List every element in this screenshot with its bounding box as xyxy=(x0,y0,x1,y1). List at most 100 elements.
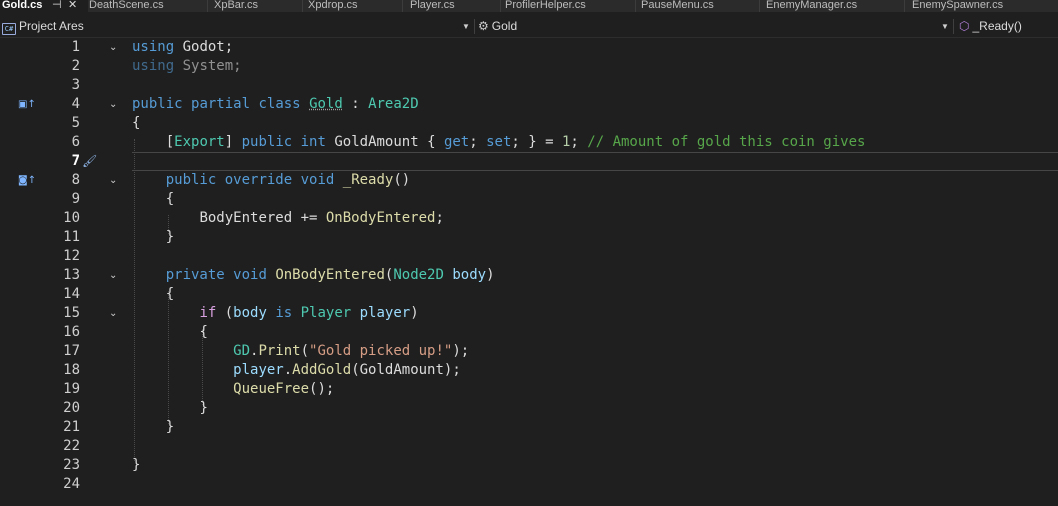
screwdriver-brush-icon[interactable]: 🖌 xyxy=(82,152,97,171)
code-text: if (body is Player player) xyxy=(199,305,419,321)
tab-label: Gold.cs xyxy=(2,0,43,11)
line-number: 16 xyxy=(63,324,80,340)
type-dropdown[interactable]: ⚙ Gold xyxy=(478,16,948,37)
code-text: { xyxy=(199,324,208,340)
line-number: 6 xyxy=(71,134,80,150)
tab-separator xyxy=(904,0,905,12)
code-line: ▣↑ 4 ⌄ public partial class Gold : Area2… xyxy=(0,95,1058,114)
chevron-down-icon[interactable]: ▼ xyxy=(462,16,470,37)
code-text: } xyxy=(165,419,175,435)
project-dropdown[interactable]: C# Project Ares xyxy=(2,16,470,37)
class-inheritance-icon[interactable]: ▣↑ xyxy=(18,95,36,114)
code-text: using Godot; xyxy=(132,39,234,55)
project-name: Project Ares xyxy=(19,19,84,33)
tab-xpdrop-cs[interactable]: Xpdrop.cs xyxy=(308,0,402,12)
code-text: public override void _Ready() xyxy=(165,172,411,188)
code-text: QueueFree(); xyxy=(233,381,335,397)
tab-player-cs[interactable]: Player.cs xyxy=(410,0,500,12)
nav-divider xyxy=(474,19,475,34)
code-line: 2 using System; xyxy=(0,57,1058,76)
fold-chevron-icon[interactable]: ⌄ xyxy=(109,171,123,190)
code-line: 11 } xyxy=(0,228,1058,247)
tab-enemyspawner-cs[interactable]: EnemySpawner.cs xyxy=(912,0,1058,12)
tab-pausemenu-cs[interactable]: PauseMenu.cs xyxy=(641,0,759,12)
code-text: BodyEntered += OnBodyEntered; xyxy=(199,210,444,226)
tab-separator xyxy=(302,0,303,12)
line-number: 4 xyxy=(71,96,80,112)
code-line: 12 xyxy=(0,247,1058,266)
fold-chevron-icon[interactable]: ⌄ xyxy=(109,95,123,114)
tab-separator xyxy=(635,0,636,12)
tab-separator xyxy=(402,0,403,12)
nav-divider xyxy=(953,19,954,34)
csharp-project-icon: C# xyxy=(2,23,16,35)
tab-label: EnemyManager.cs xyxy=(766,0,858,11)
code-line: 19 QueueFree(); xyxy=(0,380,1058,399)
line-number: 5 xyxy=(71,115,80,131)
code-line: ◙↑ 8 ⌄ public override void _Ready() xyxy=(0,171,1058,190)
fold-chevron-icon[interactable]: ⌄ xyxy=(109,38,123,57)
line-number: 24 xyxy=(63,476,80,492)
tab-separator xyxy=(759,0,760,12)
code-line: 1 ⌄ using Godot; xyxy=(0,38,1058,57)
line-number: 12 xyxy=(63,248,80,264)
close-tab-icon[interactable]: ✕ xyxy=(68,0,77,11)
current-line-highlight xyxy=(132,152,1058,171)
line-number: 2 xyxy=(71,58,80,74)
code-text: GD.Print("Gold picked up!"); xyxy=(233,343,470,359)
line-number: 13 xyxy=(63,267,80,283)
code-text: } xyxy=(132,457,141,473)
code-text: player.AddGold(GoldAmount); xyxy=(233,362,461,378)
code-line: 16 { xyxy=(0,323,1058,342)
line-number: 18 xyxy=(63,362,80,378)
line-number: 14 xyxy=(63,286,80,302)
override-method-icon[interactable]: ◙↑ xyxy=(18,171,36,190)
tab-separator xyxy=(207,0,208,12)
code-line: 22 xyxy=(0,437,1058,456)
tab-deathscene-cs[interactable]: DeathScene.cs xyxy=(89,0,207,12)
tab-label: XpBar.cs xyxy=(214,0,259,11)
code-line: 17 GD.Print("Gold picked up!"); xyxy=(0,342,1058,361)
code-text: { xyxy=(165,286,175,302)
document-tab-strip: Gold.cs ⊣ ✕ DeathScene.cs XpBar.cs Xpdro… xyxy=(0,0,1058,12)
member-name: _Ready() xyxy=(972,19,1022,33)
tab-label: Xpdrop.cs xyxy=(308,0,358,11)
pin-tab-icon[interactable]: ⊣ xyxy=(52,0,62,11)
code-line: 21 } xyxy=(0,418,1058,437)
code-line: 5 { xyxy=(0,114,1058,133)
line-number: 9 xyxy=(71,191,80,207)
code-text: } xyxy=(165,229,175,245)
code-text: } xyxy=(199,400,208,416)
tab-profilerhelper-cs[interactable]: ProfilerHelper.cs xyxy=(505,0,635,12)
code-line: 9 { xyxy=(0,190,1058,209)
code-editor[interactable]: 1 ⌄ using Godot; 2 using System; 3 ▣↑ 4 … xyxy=(0,38,1058,506)
tab-separator xyxy=(500,0,501,12)
type-name: Gold xyxy=(491,19,518,33)
method-cube-icon: ⬡ xyxy=(959,19,970,33)
tab-xpbar-cs[interactable]: XpBar.cs xyxy=(214,0,302,12)
tab-enemymanager-cs[interactable]: EnemyManager.cs xyxy=(766,0,904,12)
code-text: [Export] public int GoldAmount { get; se… xyxy=(165,134,866,150)
tab-label: PauseMenu.cs xyxy=(641,0,714,11)
code-line: 15 ⌄ if (body is Player player) xyxy=(0,304,1058,323)
code-text: public partial class Gold : Area2D xyxy=(132,96,419,112)
code-line: 20 } xyxy=(0,399,1058,418)
line-number: 11 xyxy=(63,229,80,245)
class-icon: ⚙ xyxy=(478,19,489,33)
code-text: using System; xyxy=(132,58,242,74)
tab-label: ProfilerHelper.cs xyxy=(505,0,586,11)
chevron-down-icon[interactable]: ▼ xyxy=(941,16,949,37)
line-number: 20 xyxy=(63,400,80,416)
member-dropdown[interactable]: ⬡ _Ready() xyxy=(959,16,1058,37)
fold-chevron-icon[interactable]: ⌄ xyxy=(109,266,123,285)
code-line: 18 player.AddGold(GoldAmount); xyxy=(0,361,1058,380)
code-text: { xyxy=(165,191,175,207)
line-number: 23 xyxy=(63,457,80,473)
code-line: 23 } xyxy=(0,456,1058,475)
code-text: private void OnBodyEntered(Node2D body) xyxy=(165,267,495,283)
line-number: 21 xyxy=(63,419,80,435)
code-text: { xyxy=(132,115,141,131)
line-number: 1 xyxy=(71,39,80,55)
fold-chevron-icon[interactable]: ⌄ xyxy=(109,304,123,323)
code-line: 6 [Export] public int GoldAmount { get; … xyxy=(0,133,1058,152)
